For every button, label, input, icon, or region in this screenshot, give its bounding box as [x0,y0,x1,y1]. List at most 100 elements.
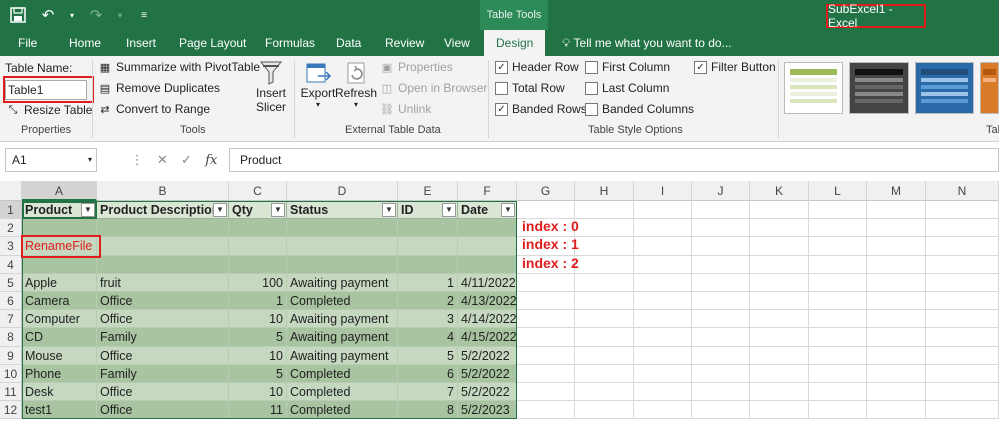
properties-button[interactable]: ▣ Properties [380,60,453,74]
table-cell[interactable]: Completed [287,292,398,311]
cell[interactable] [926,364,999,383]
table-cell[interactable]: 1 [398,273,458,292]
banded-columns-checkbox[interactable]: Banded Columns [585,102,694,116]
table-header-cell[interactable]: Product Description ▼ [97,201,229,220]
cell[interactable] [926,310,999,329]
table-cell[interactable]: test1 [22,401,97,420]
cell[interactable] [867,346,926,365]
table-cell[interactable]: 4 [398,328,458,347]
cell[interactable] [750,401,809,420]
table-cell[interactable]: Computer [22,310,97,329]
cell[interactable] [867,273,926,292]
table-cell[interactable]: 5/2/2023 [458,401,517,420]
table-cell[interactable]: Office [97,292,229,311]
table-cell[interactable]: Office [97,383,229,402]
cell[interactable] [926,383,999,402]
total-row-checkbox[interactable]: Total Row [495,81,565,95]
tab-data[interactable]: Data [336,30,361,56]
cell[interactable] [867,328,926,347]
cell[interactable] [867,201,926,220]
column-header-f[interactable]: F [458,181,517,201]
table-cell-empty[interactable] [97,237,229,256]
table-cell[interactable]: 4/11/2022 [458,273,517,292]
cell[interactable] [809,364,867,383]
table-cell[interactable]: Awaiting payment [287,273,398,292]
table-cell-empty[interactable] [398,255,458,274]
row-header-7[interactable]: 7 [0,310,22,329]
column-header-a[interactable]: A [22,181,97,201]
cell[interactable] [517,310,575,329]
tab-insert[interactable]: Insert [126,30,156,56]
cell[interactable] [634,201,692,220]
tab-formulas[interactable]: Formulas [265,30,315,56]
cell[interactable] [809,292,867,311]
row-header-4[interactable]: 4 [0,255,22,274]
cell[interactable] [634,219,692,238]
table-header-cell[interactable]: Qty ▼ [229,201,287,220]
last-column-checkbox[interactable]: Last Column [585,81,669,95]
column-header-d[interactable]: D [287,181,398,201]
table-cell[interactable]: 4/15/2022 [458,328,517,347]
cell[interactable] [750,292,809,311]
table-cell[interactable]: Family [97,364,229,383]
cell[interactable] [926,219,999,238]
column-header-b[interactable]: B [97,181,229,201]
table-cell[interactable]: 5/2/2022 [458,346,517,365]
cell[interactable] [634,383,692,402]
tab-page-layout[interactable]: Page Layout [179,30,246,56]
cell[interactable] [750,273,809,292]
table-cell-empty[interactable] [398,237,458,256]
cell[interactable] [634,255,692,274]
table-header-cell[interactable]: Date ▼ [458,201,517,220]
table-cell[interactable]: 5 [229,328,287,347]
table-cell-empty[interactable] [229,255,287,274]
table-cell[interactable]: Completed [287,364,398,383]
table-header-cell[interactable]: Status ▼ [287,201,398,220]
cell[interactable] [750,310,809,329]
table-cell[interactable]: Camera [22,292,97,311]
cell[interactable] [750,383,809,402]
cell[interactable] [809,328,867,347]
cell[interactable] [517,401,575,420]
column-header-g[interactable]: G [517,181,575,201]
cell[interactable] [692,328,750,347]
cell[interactable] [517,383,575,402]
table-cell[interactable]: 10 [229,346,287,365]
cell[interactable] [692,273,750,292]
row-header-11[interactable]: 11 [0,383,22,402]
cell[interactable] [575,292,634,311]
cell[interactable] [809,401,867,420]
cell[interactable] [750,364,809,383]
cell[interactable] [692,201,750,220]
cell[interactable] [750,255,809,274]
tell-me-box[interactable]: 💡︎ Tell me what you want to do... [562,30,732,56]
resize-table-button[interactable]: ⤡ Resize Table [6,103,93,117]
table-cell[interactable]: 10 [229,383,287,402]
cell[interactable] [867,401,926,420]
cell[interactable] [809,237,867,256]
cell[interactable] [926,292,999,311]
cell[interactable] [809,219,867,238]
cell[interactable] [867,383,926,402]
tab-review[interactable]: Review [385,30,424,56]
cell[interactable] [692,255,750,274]
cell[interactable] [634,401,692,420]
cell[interactable] [692,383,750,402]
table-cell[interactable]: Office [97,310,229,329]
column-header-n[interactable]: N [926,181,999,201]
tab-design[interactable]: Design [484,30,546,56]
cell[interactable] [926,255,999,274]
table-cell-empty[interactable] [22,255,97,274]
select-all-corner[interactable] [0,181,22,201]
cell[interactable] [926,346,999,365]
table-style-swatch-green[interactable] [784,62,844,114]
refresh-button[interactable]: Refresh ▾ [335,60,377,109]
table-style-swatch-dark[interactable] [849,62,909,114]
table-cell[interactable]: 11 [229,401,287,420]
cell[interactable] [692,346,750,365]
cell[interactable] [926,201,999,220]
cell[interactable] [517,328,575,347]
cell[interactable] [692,292,750,311]
filter-dropdown-icon[interactable]: ▼ [213,203,227,217]
table-cell[interactable]: 3 [398,310,458,329]
